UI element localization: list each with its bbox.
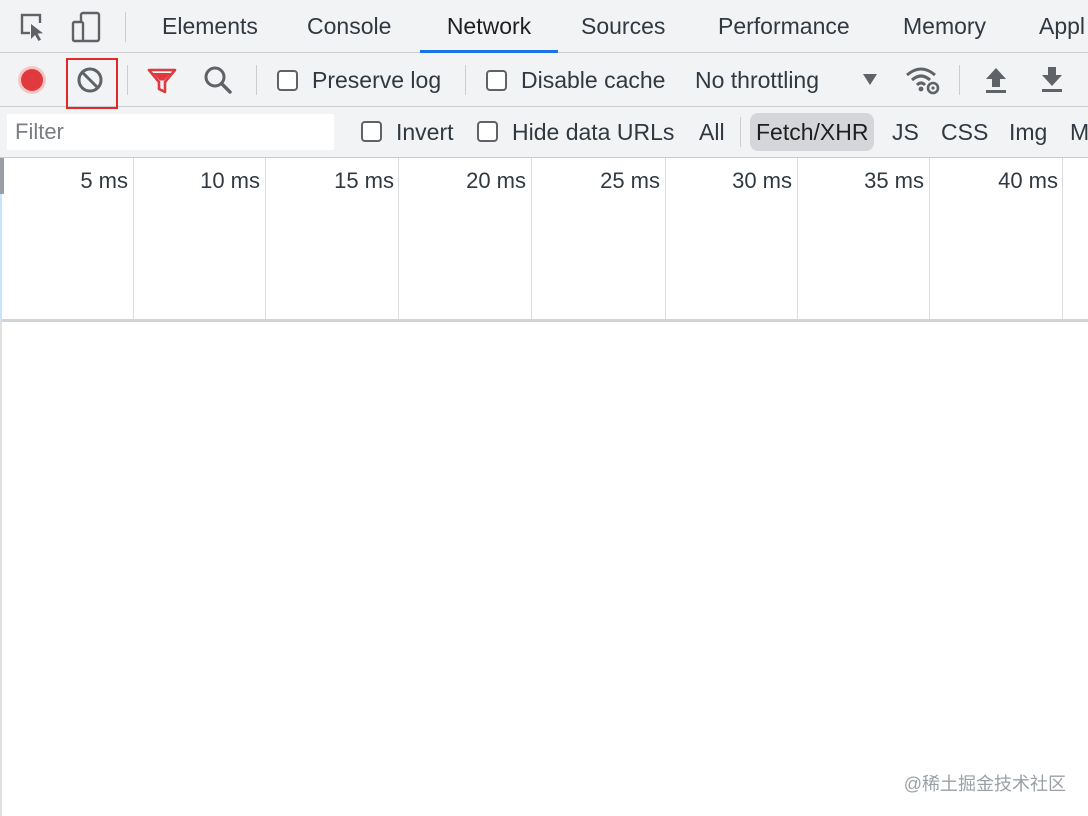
overview-tick-label: 25 ms bbox=[600, 168, 660, 193]
toolbar-separator-4 bbox=[959, 65, 960, 95]
throttling-value: No throttling bbox=[695, 67, 820, 93]
throttling-select[interactable]: No throttling bbox=[694, 53, 884, 107]
toolbar-separator bbox=[127, 65, 128, 95]
network-toolbar: Preserve log Disable cache No throttling bbox=[0, 53, 1088, 107]
type-filter-css[interactable]: CSS bbox=[935, 113, 994, 151]
type-filter-img[interactable]: Img bbox=[1003, 113, 1053, 151]
tab-performance[interactable]: Performance bbox=[718, 0, 850, 53]
tab-application[interactable]: Appl bbox=[1039, 0, 1085, 53]
network-overview[interactable]: 5 ms 10 ms 15 ms 20 ms 25 ms 30 ms 35 ms… bbox=[0, 158, 1088, 322]
hide-data-urls-checkbox[interactable] bbox=[477, 121, 498, 142]
tab-network[interactable]: Network bbox=[420, 0, 558, 53]
search-icon[interactable] bbox=[200, 62, 236, 98]
disable-cache-label[interactable]: Disable cache bbox=[521, 67, 665, 94]
inspect-icon[interactable] bbox=[17, 10, 51, 44]
overview-tick-label: 15 ms bbox=[334, 168, 394, 193]
filter-bar: Invert Hide data URLs All Fetch/XHR JS C… bbox=[0, 107, 1088, 158]
preserve-log-label[interactable]: Preserve log bbox=[312, 67, 441, 94]
export-har-icon[interactable] bbox=[1034, 62, 1070, 98]
overview-gridline bbox=[929, 158, 930, 319]
toolbar-separator-2 bbox=[256, 65, 257, 95]
network-conditions-icon[interactable] bbox=[904, 62, 940, 98]
dropdown-arrow-icon bbox=[862, 72, 878, 91]
tab-network-label: Network bbox=[446, 13, 532, 39]
overview-gridline bbox=[398, 158, 399, 319]
toolbar-separator-3 bbox=[465, 65, 466, 95]
type-filter-js[interactable]: JS bbox=[886, 113, 925, 151]
filter-input[interactable] bbox=[7, 114, 334, 150]
disable-cache-checkbox[interactable] bbox=[486, 70, 507, 91]
overview-tick-label: 30 ms bbox=[732, 168, 792, 193]
clear-button-highlight bbox=[66, 58, 118, 109]
invert-label[interactable]: Invert bbox=[396, 119, 454, 146]
overview-gridline bbox=[133, 158, 134, 319]
type-filter-separator bbox=[740, 117, 741, 147]
overview-gridline bbox=[265, 158, 266, 319]
tab-sources[interactable]: Sources bbox=[581, 0, 665, 53]
tab-console[interactable]: Console bbox=[307, 0, 391, 53]
device-toggle-icon[interactable] bbox=[70, 10, 104, 44]
type-filter-media[interactable]: M bbox=[1064, 113, 1088, 151]
tabbar-separator bbox=[125, 12, 126, 42]
invert-checkbox[interactable] bbox=[361, 121, 382, 142]
request-list-area[interactable] bbox=[0, 322, 1088, 816]
hide-data-urls-label[interactable]: Hide data URLs bbox=[512, 119, 674, 146]
overview-tick-label: 10 ms bbox=[200, 168, 260, 193]
overview-tick-label: 20 ms bbox=[466, 168, 526, 193]
tab-elements[interactable]: Elements bbox=[162, 0, 258, 53]
overview-gridline bbox=[797, 158, 798, 319]
overview-tick-label: 5 ms bbox=[80, 168, 128, 193]
type-filter-fetch-xhr[interactable]: Fetch/XHR bbox=[750, 113, 875, 151]
devtools-tab-bar: Elements Console Network Sources Perform… bbox=[0, 0, 1088, 53]
type-filter-all[interactable]: All bbox=[693, 113, 731, 151]
tab-memory[interactable]: Memory bbox=[903, 0, 986, 53]
preserve-log-checkbox[interactable] bbox=[277, 70, 298, 91]
filter-icon[interactable] bbox=[144, 62, 180, 98]
record-icon[interactable] bbox=[14, 62, 50, 98]
watermark: @稀土掘金技术社区 bbox=[903, 774, 1066, 794]
import-har-icon[interactable] bbox=[978, 62, 1014, 98]
overview-resize-handle[interactable] bbox=[0, 158, 4, 194]
overview-gridline bbox=[665, 158, 666, 319]
overview-tick-label: 35 ms bbox=[864, 168, 924, 193]
overview-gridline bbox=[1062, 158, 1063, 319]
overview-tick-label: 40 ms bbox=[998, 168, 1058, 193]
overview-gridline bbox=[531, 158, 532, 319]
